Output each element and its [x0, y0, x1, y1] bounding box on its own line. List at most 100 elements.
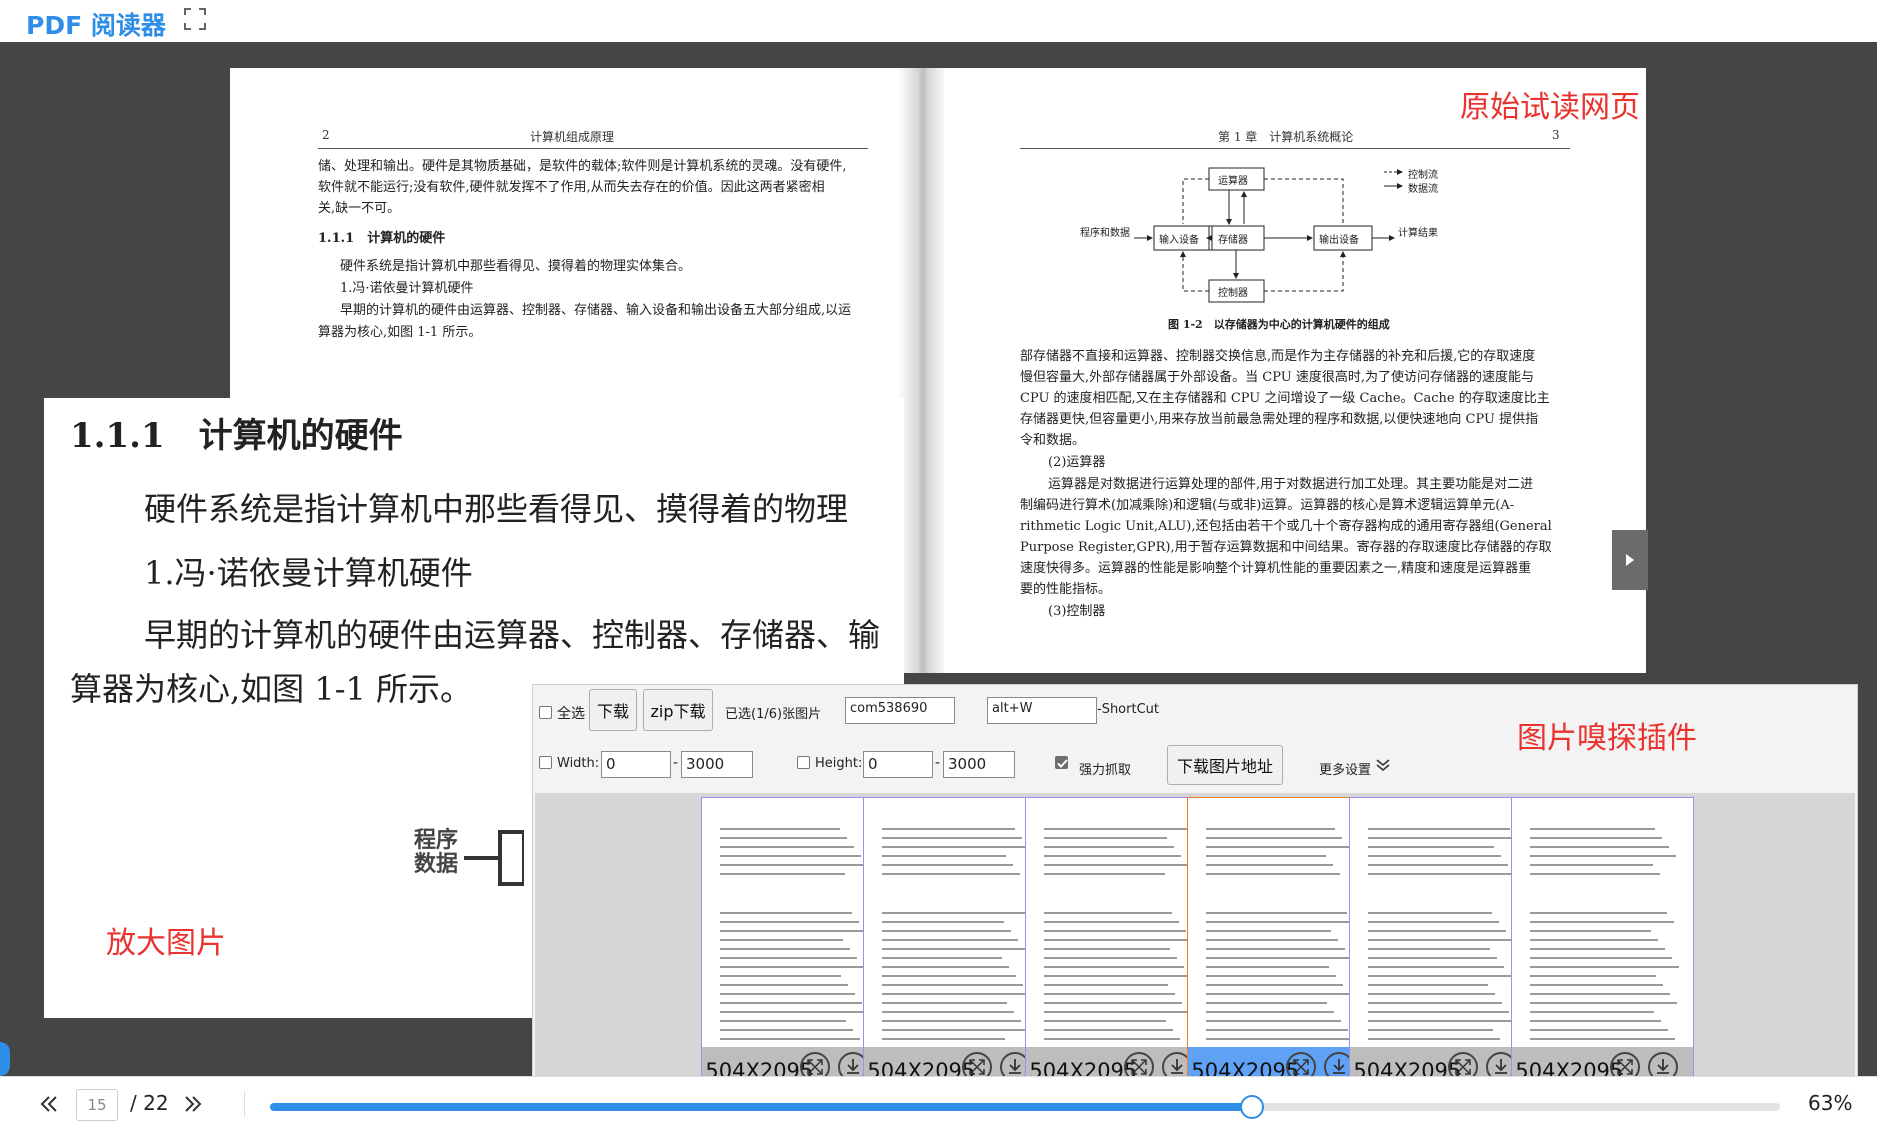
thumbnail-text-line	[1206, 984, 1343, 986]
thumbnail-text-line	[720, 984, 848, 986]
thumbnail-text-line	[1044, 957, 1177, 959]
thumbnail-text-line	[1206, 912, 1347, 914]
diagram-legend-data: 数据流	[1408, 184, 1438, 195]
thumbnail-text-line	[1368, 1002, 1502, 1004]
thumbnail-text-line	[882, 939, 1018, 941]
zoom-line-1: 硬件系统是指计算机中那些看得见、摸得着的物理	[144, 490, 849, 528]
thumbnail-text-line	[720, 1002, 862, 1004]
thumbnail-text-line	[1044, 912, 1172, 914]
width-min-input[interactable]: 0	[601, 751, 671, 778]
thumbnail-text-line	[720, 921, 859, 923]
thumbnail-text-line	[1530, 984, 1663, 986]
thumbnail-text-line	[1206, 966, 1329, 968]
top-bar: PDF 阅读器	[0, 0, 1877, 42]
thumbnail-text-line	[1530, 948, 1665, 950]
height-max-input[interactable]: 3000	[943, 751, 1015, 778]
hardware-diagram: 运算器 输入设备 存储器 输出设备 控制器 程序和数据 计算结果 控制流 数据流	[1080, 164, 1504, 314]
diagram-legend-control: 控制流	[1408, 170, 1438, 181]
thumbnail-text-line	[720, 948, 850, 950]
diagram-input: 输入设备	[1159, 235, 1199, 246]
slider-handle[interactable]	[1239, 1095, 1264, 1119]
thumbnail-text-line	[720, 912, 852, 914]
thumbnail-text-line	[1368, 873, 1515, 875]
thumbnail-text-line	[1530, 975, 1656, 977]
fullscreen-icon[interactable]	[184, 8, 206, 30]
thumbnail-text-line	[1206, 837, 1342, 839]
header-rule	[1020, 148, 1570, 149]
height-min-input[interactable]: 0	[863, 751, 933, 778]
more-settings-link[interactable]: 更多设置	[1319, 759, 1371, 778]
total-pages: / 22	[130, 1091, 169, 1115]
select-all-checkbox[interactable]	[539, 706, 552, 719]
thumbnail-text-line	[1044, 1038, 1180, 1040]
thumbnail-text-line	[1206, 873, 1340, 875]
chevron-down-icon[interactable]	[1375, 757, 1391, 773]
thumbnail-card[interactable]: 1504X2095	[1187, 797, 1370, 1086]
thumbnail-text-line	[1044, 1020, 1166, 1022]
thumbnail-text-line	[1530, 1029, 1668, 1031]
zoom-figure-arrow	[464, 830, 524, 886]
thumbnail-text-line	[1530, 966, 1679, 968]
thumbnail-text-line	[1530, 828, 1655, 830]
download-button[interactable]: 下载	[589, 689, 637, 731]
force-grab-checkbox[interactable]	[1055, 756, 1068, 769]
thumbnail-text-line	[882, 921, 1004, 923]
thumbnail-text-line	[882, 930, 1011, 932]
thumbnail-text-line	[720, 837, 847, 839]
bottom-toolbar: 15 / 22 63%	[0, 1076, 1877, 1129]
thumbnail-card[interactable]: 1504X2095	[1025, 797, 1208, 1086]
thumbnail-text-line	[882, 846, 1029, 848]
thumbnail-text-line	[720, 993, 855, 995]
thumbnail-text-line	[882, 828, 1015, 830]
left-line-2: 软件就不能运行;没有软件,硬件就发挥不了作用,从而失去存在的价值。因此这两者紧密…	[318, 180, 825, 195]
select-all-label: 全选	[557, 706, 585, 722]
thumbnail-card[interactable]: 1504X2095	[1349, 797, 1532, 1086]
side-tab[interactable]	[0, 1042, 10, 1076]
thumbnail-text-line	[1044, 855, 1181, 857]
last-page-icon[interactable]	[182, 1093, 204, 1115]
thumbnail-text-line	[720, 828, 840, 830]
right-line: 令和数据。	[1020, 433, 1086, 448]
thumbnail-text-line	[720, 975, 841, 977]
diagram-memory: 存储器	[1218, 235, 1248, 246]
thumbnail-text-line	[1206, 921, 1354, 923]
width-checkbox[interactable]	[539, 756, 552, 769]
thumbnail-text-line	[882, 993, 1030, 995]
page-number-input[interactable]: 15	[76, 1089, 118, 1121]
next-page-icon	[1626, 554, 1634, 566]
thumbnail-text-line	[1530, 1020, 1661, 1022]
thumbnail-text-line	[882, 1038, 1005, 1040]
height-checkbox[interactable]	[797, 756, 810, 769]
thumbnail-text-line	[882, 1011, 1014, 1013]
left-page-header: 计算机组成原理	[530, 130, 615, 144]
thumbnail-text-line	[1206, 948, 1345, 950]
thumbnail-text-line	[882, 864, 1013, 866]
thumbnail-text-line	[1044, 984, 1168, 986]
diagram-control: 控制器	[1218, 288, 1248, 299]
right-line: (3)控制器	[1048, 604, 1106, 619]
diagram-alu: 运算器	[1218, 176, 1248, 187]
thumbnail-text-line	[720, 873, 845, 875]
thumbnail-text-line	[1368, 921, 1499, 923]
thumbnail-text-line	[1530, 873, 1660, 875]
thumbnail-text-line	[882, 975, 1016, 977]
width-max-input[interactable]: 3000	[681, 751, 753, 778]
page-slider[interactable]	[270, 1095, 1780, 1119]
next-page-button[interactable]	[1612, 530, 1648, 590]
thumbnail-text-line	[1530, 993, 1670, 995]
thumbnail-card[interactable]: 1504X2095	[1511, 797, 1694, 1086]
thumbnail-card[interactable]: 1504X2095	[863, 797, 1046, 1086]
zip-download-button[interactable]: zip下载	[643, 689, 713, 731]
shortcut-input[interactable]: alt+W	[987, 697, 1097, 724]
book-spine	[898, 68, 948, 673]
right-line: rithmetic Logic Unit,ALU),还包括由若干个或几十个寄存器…	[1020, 519, 1552, 534]
first-page-icon[interactable]	[38, 1093, 60, 1115]
left-para-1: 硬件系统是指计算机中那些看得见、摸得着的物理实体集合。	[340, 259, 692, 274]
thumbnail-card[interactable]: 1504X2095	[701, 797, 884, 1086]
name-input[interactable]: com538690	[845, 697, 955, 724]
thumbnail-text-line	[882, 1020, 1021, 1022]
force-grab-label: 强力抓取	[1079, 763, 1132, 778]
zoom-line-2: 1.冯·诺依曼计算机硬件	[144, 554, 473, 592]
download-urls-button[interactable]: 下载图片地址	[1167, 745, 1283, 785]
zoom-section-title: 1.1.1 计算机的硬件	[70, 416, 403, 456]
